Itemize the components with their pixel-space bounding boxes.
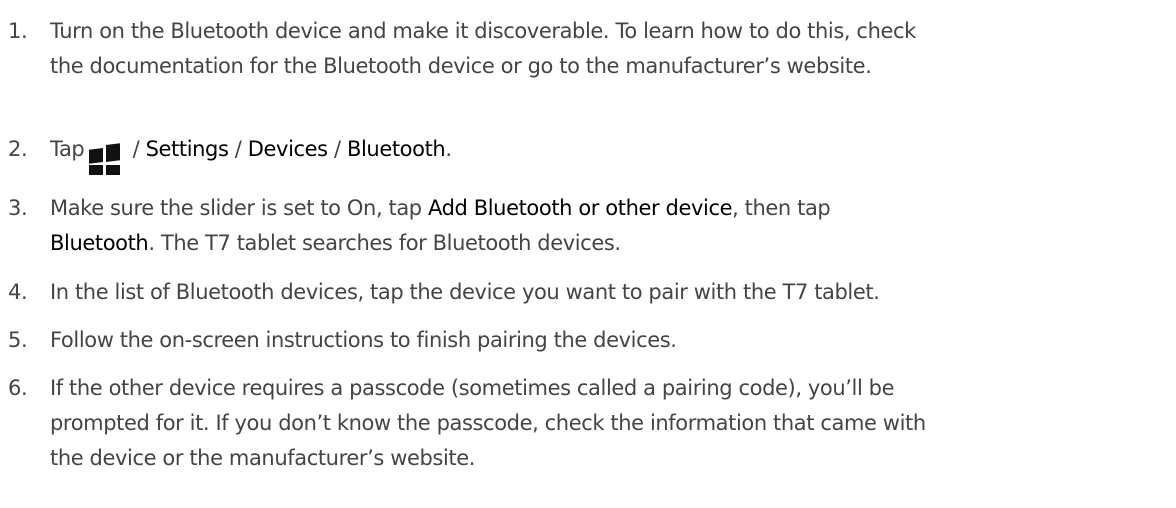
bluetooth-label: Bluetooth xyxy=(50,231,149,255)
step-line: the device or the manufacturer’s website… xyxy=(50,446,476,470)
step-text: In the list of Bluetooth devices, tap th… xyxy=(50,275,1172,310)
step-line: If the other device requires a passcode … xyxy=(50,376,895,400)
step-text: Turn on the Bluetooth device and make it… xyxy=(50,14,1172,84)
devices-label: Devices xyxy=(247,137,328,161)
add-device-label: Add Bluetooth or other device xyxy=(428,196,733,220)
step-text: If the other device requires a passcode … xyxy=(50,371,1172,476)
tap-text: Tap xyxy=(50,137,85,161)
path-separator: / xyxy=(228,137,248,161)
step-line: Turn on the Bluetooth device and make it… xyxy=(50,19,916,43)
bluetooth-label: Bluetooth xyxy=(346,137,446,161)
path-separator: / xyxy=(126,137,146,161)
step-number: 1. xyxy=(8,19,28,43)
step-text-fragment: Make sure the slider is set to On, tap xyxy=(50,196,428,220)
step-line: the documentation for the Bluetooth devi… xyxy=(50,54,872,78)
step-line: Follow the on-screen instructions to fin… xyxy=(50,328,677,352)
step-text-fragment: . The T7 tablet searches for Bluetooth d… xyxy=(148,231,621,255)
step-number: 2. xyxy=(8,137,28,161)
step-text: Make sure the slider is set to On, tap A… xyxy=(50,191,1172,261)
step-number: 5. xyxy=(8,328,28,352)
step-number: 3. xyxy=(8,196,28,220)
path-separator: / xyxy=(327,137,347,161)
step-text: Follow the on-screen instructions to fin… xyxy=(50,323,1172,358)
settings-label: Settings xyxy=(145,137,229,161)
windows-start-icon xyxy=(89,143,121,175)
step-number: 4. xyxy=(8,280,28,304)
step-number: 6. xyxy=(8,376,28,400)
step-text-fragment: , then tap xyxy=(732,196,831,220)
step-text: Tap / Settings / Devices / Bluetooth. xyxy=(50,132,1172,175)
step-line: In the list of Bluetooth devices, tap th… xyxy=(50,280,880,304)
step-line: prompted for it. If you don’t know the p… xyxy=(50,411,926,435)
period: . xyxy=(445,137,452,161)
